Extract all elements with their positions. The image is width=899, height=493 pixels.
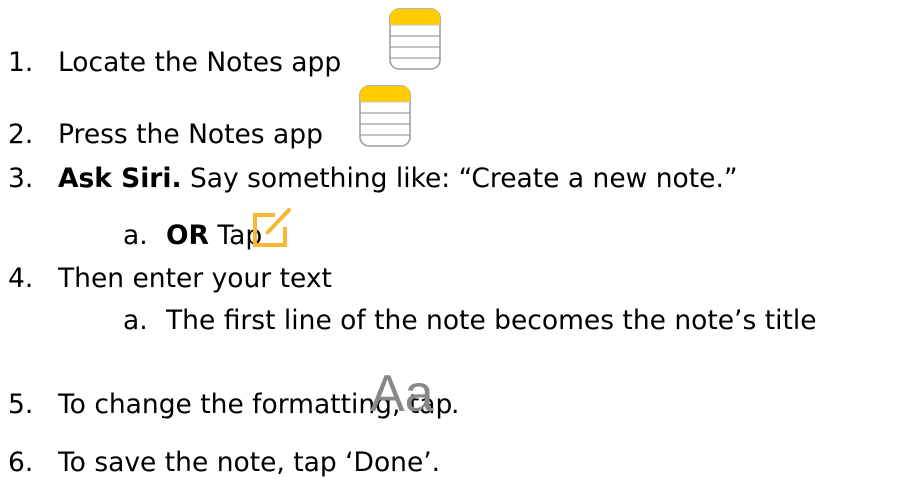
step-number: 2. (8, 119, 34, 150)
compose-icon (253, 208, 291, 247)
step-bold-text: Ask Siri. (58, 163, 182, 194)
step-plain-text: Say something like: “Create a new note.” (181, 163, 738, 194)
substep-letter: a. (123, 220, 148, 251)
substep-letter: a. (123, 305, 148, 336)
step-number: 4. (8, 263, 34, 294)
format-aa-icon: Aa (370, 365, 434, 423)
substep-bold-text: OR (166, 220, 209, 251)
step-text: To save the note, tap ‘Done’. (58, 447, 441, 478)
step-text: Ask Siri. Say something like: “Create a … (58, 162, 738, 196)
step-number: 1. (8, 47, 34, 78)
step-text: Then enter your text (58, 263, 332, 294)
step-trailing-period: . (451, 389, 460, 420)
step-text: Locate the Notes app (58, 47, 342, 78)
substep-text: OR Tap (166, 219, 262, 253)
notes-app-icon (389, 8, 441, 70)
notes-app-icon (359, 85, 411, 147)
step-text: Press the Notes app (58, 119, 323, 150)
step-number: 6. (8, 447, 34, 478)
step-number: 5. (8, 389, 34, 420)
step-number: 3. (8, 163, 34, 194)
substep-text: The first line of the note becomes the n… (166, 305, 817, 336)
